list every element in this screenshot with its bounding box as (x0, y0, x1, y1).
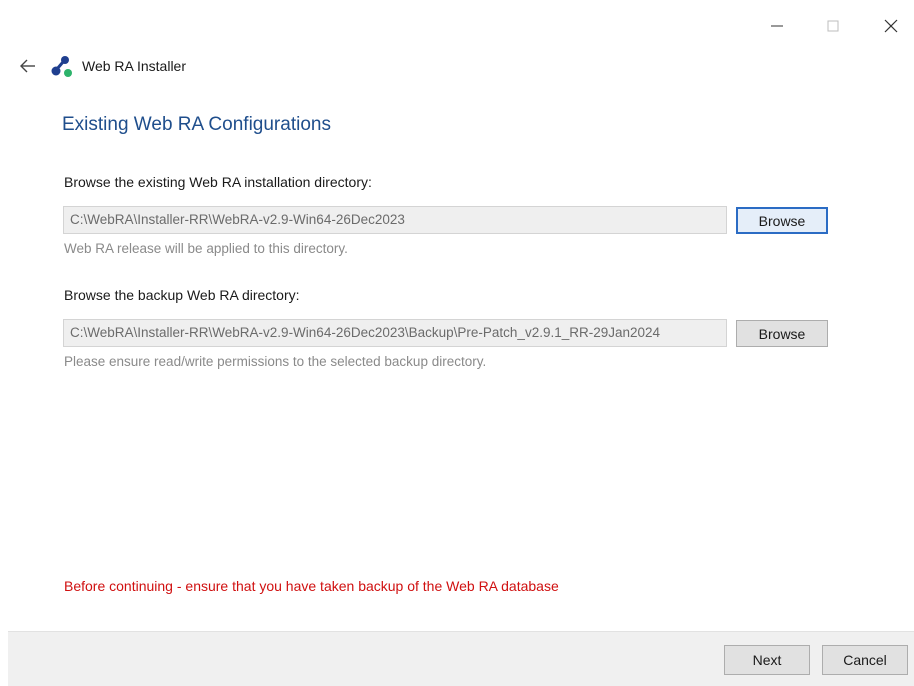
maximize-icon (827, 20, 839, 32)
close-button[interactable] (876, 12, 906, 40)
backup-dir-label: Browse the backup Web RA directory: (64, 287, 300, 303)
backup-dir-input[interactable]: C:\WebRA\Installer-RR\WebRA-v2.9-Win64-2… (63, 319, 727, 347)
arrow-left-icon (20, 59, 35, 73)
browse-backup-button[interactable]: Browse (736, 320, 828, 347)
install-dir-input[interactable]: C:\WebRA\Installer-RR\WebRA-v2.9-Win64-2… (63, 206, 727, 234)
minimize-button[interactable] (762, 12, 792, 40)
browse-install-button[interactable]: Browse (736, 207, 828, 234)
app-title: Web RA Installer (82, 58, 187, 74)
backup-warning: Before continuing - ensure that you have… (64, 578, 559, 594)
next-button[interactable]: Next (724, 645, 810, 675)
back-button[interactable] (14, 54, 42, 78)
minimize-icon (771, 25, 783, 27)
maximize-button[interactable] (818, 12, 848, 40)
backup-dir-helper: Please ensure read/write permissions to … (64, 354, 487, 369)
close-icon (884, 19, 898, 33)
cancel-button[interactable]: Cancel (822, 645, 908, 675)
page-title: Existing Web RA Configurations (62, 114, 331, 135)
install-dir-helper: Web RA release will be applied to this d… (64, 241, 348, 256)
app-logo-icon (51, 56, 72, 77)
install-dir-label: Browse the existing Web RA installation … (64, 174, 372, 190)
installer-window: Web RA Installer Existing Web RA Configu… (0, 0, 914, 686)
